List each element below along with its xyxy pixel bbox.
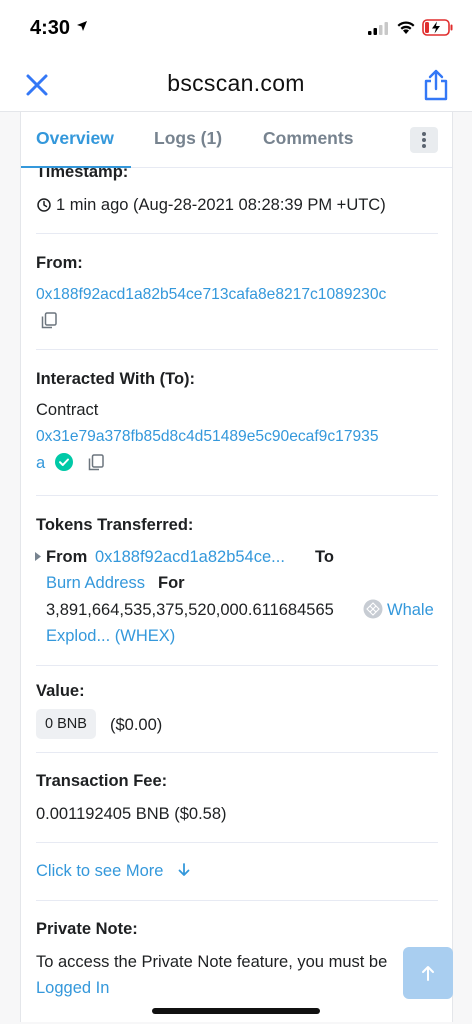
scroll-to-top-button[interactable] [403,947,453,999]
location-arrow-icon [77,21,87,31]
caret-right-icon [35,552,41,561]
timestamp-value: 1 min ago (Aug-28-2021 08:28:39 PM +UTC) [56,196,386,214]
verified-check-icon [55,453,73,471]
tokens-transferred-label: Tokens Transferred: [36,516,194,534]
arrow-down-icon [178,863,190,876]
burn-address-link[interactable]: Burn Address [46,574,145,593]
divider [36,900,438,901]
more-options-button[interactable] [410,127,438,153]
from-address-link[interactable]: 0x188f92acd1a82b54ce713cafa8e8217c108923… [36,286,438,304]
value-badge: 0 BNB [36,709,96,739]
divider [36,233,438,234]
clock-icon [37,198,51,212]
arrow-up-icon [422,966,434,981]
copy-icon[interactable] [41,312,57,329]
transaction-fee-label: Transaction Fee: [36,772,168,790]
logged-in-link[interactable]: Logged In [36,979,438,998]
battery-charging-icon [422,19,453,36]
token-to-word: To [315,548,334,566]
divider [36,665,438,666]
divider [36,349,438,350]
active-tab-indicator [21,166,131,168]
token-name-link[interactable]: Whale [387,601,434,620]
value-usd: ($0.00) [110,716,163,734]
tab-bar: Overview Logs (1) Comments [21,112,452,168]
dot-icon [422,144,426,148]
browser-toolbar: bscscan.com [0,56,472,112]
tab-overview[interactable]: Overview [36,128,114,149]
site-title: bscscan.com [167,70,305,96]
transaction-card: Timestamp: 1 min ago (Aug-28-2021 08:28:… [20,112,453,1022]
share-icon[interactable] [423,69,449,101]
see-more-label: Click to see More [36,862,164,880]
contract-address-link-wrap[interactable]: a [36,454,45,473]
token-for-word: For [158,574,185,592]
divider [36,752,438,753]
contract-address-link[interactable]: 0x31e79a378fb85d8c4d51489e5c90ecaf9c1793… [36,428,438,446]
token-amount: 3,891,664,535,375,520,000.611684565 [46,601,334,619]
dot-icon [422,132,426,136]
token-name-link-wrap[interactable]: Explod... (WHEX) [46,627,175,646]
wifi-icon [397,21,415,34]
token-from-address-link[interactable]: 0x188f92acd1a82b54ce... [95,548,285,567]
see-more-toggle[interactable]: Click to see More [36,862,190,881]
value-label: Value: [36,682,85,700]
divider [36,495,438,496]
contract-type-label: Contract [36,401,99,419]
tab-comments[interactable]: Comments [263,128,353,149]
private-note-text: To access the Private Note feature, you … [36,953,388,971]
copy-icon[interactable] [88,454,104,471]
divider [36,842,438,843]
tab-logs[interactable]: Logs (1) [154,128,222,149]
interacted-with-label: Interacted With (To): [36,370,196,388]
dot-icon [422,138,426,142]
status-time: 4:30 [30,17,71,39]
private-note-label: Private Note: [36,920,138,938]
transaction-fee-value: 0.001192405 BNB ($0.58) [36,805,227,823]
token-logo-icon [363,599,383,619]
home-indicator [152,1008,320,1014]
token-from-word: From [46,548,88,566]
status-bar: 4:30 [0,0,472,56]
from-label: From: [36,254,83,272]
cellular-signal-icon [368,22,388,35]
